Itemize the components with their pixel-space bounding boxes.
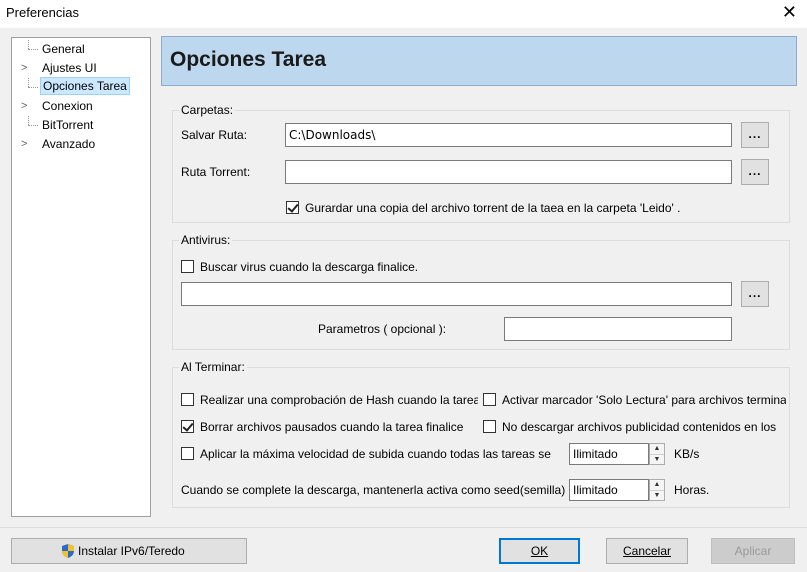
cancel-button[interactable]: Cancelar — [606, 538, 688, 564]
seed-hours-value[interactable]: Ilimitado — [569, 479, 649, 501]
tree-item-label: Ajustes UI — [42, 61, 97, 75]
tree-item-label: Conexion — [42, 99, 93, 113]
max-upload-checkbox[interactable]: Aplicar la máxima velocidad de subida cu… — [181, 446, 567, 462]
upload-unit-label: KB/s — [674, 447, 700, 461]
save-path-browse-button[interactable]: ... — [741, 122, 769, 148]
checkbox-label: Gurardar una copia del archivo torrent d… — [305, 201, 681, 215]
antivirus-browse-button[interactable]: ... — [741, 281, 769, 307]
apply-button: Aplicar — [711, 538, 795, 564]
checkbox-label: Realizar una comprobación de Hash cuando… — [200, 393, 478, 407]
checkbox-unchecked-icon[interactable] — [181, 447, 194, 460]
checkbox-label: Buscar virus cuando la descarga finalice… — [200, 260, 419, 274]
checkbox-unchecked-icon[interactable] — [181, 260, 194, 273]
ok-button[interactable]: OK — [499, 538, 580, 564]
readonly-mark-checkbox[interactable]: Activar marcador 'Solo Lectura' para arc… — [483, 392, 786, 408]
page-title: Opciones Tarea — [170, 48, 327, 71]
checkbox-label: Activar marcador 'Solo Lectura' para arc… — [502, 393, 786, 407]
seed-hours-stepper[interactable]: Ilimitado ▲ ▼ — [569, 479, 665, 501]
group-title: Carpetas: — [179, 103, 236, 117]
tree-line — [28, 49, 38, 50]
save-path-label: Salvar Ruta: — [181, 128, 248, 142]
arrow-up-icon[interactable]: ▲ — [650, 444, 664, 455]
checkbox-checked-icon[interactable] — [181, 420, 194, 433]
window-title: Preferencias — [6, 5, 79, 20]
arrow-up-icon[interactable]: ▲ — [650, 480, 664, 491]
chevron-right-icon[interactable]: > — [21, 97, 31, 115]
stepper-arrows[interactable]: ▲ ▼ — [649, 443, 665, 465]
tree-line — [28, 125, 38, 126]
preferences-tree[interactable]: General > Ajustes UI Opciones Tarea > Co… — [11, 37, 151, 517]
checkbox-label: No descargar archivos publicidad conteni… — [502, 420, 777, 434]
on-finish-group: Al Terminar: Realizar una comprobación d… — [172, 360, 790, 508]
arrow-down-icon[interactable]: ▼ — [650, 491, 664, 501]
tree-line — [28, 78, 29, 87]
footer-separator — [0, 527, 807, 528]
ok-label: OK — [530, 544, 549, 558]
group-title: Al Terminar: — [179, 360, 247, 374]
arrow-down-icon[interactable]: ▼ — [650, 455, 664, 465]
hash-check-checkbox[interactable]: Realizar una comprobación de Hash cuando… — [181, 392, 478, 408]
upload-speed-stepper[interactable]: Ilimitado ▲ ▼ — [569, 443, 665, 465]
save-path-input[interactable]: C:\Downloads\ — [285, 123, 732, 147]
antivirus-group: Antivirus: Buscar virus cuando la descar… — [172, 233, 790, 350]
cancel-label: Cancelar — [622, 544, 672, 558]
seed-unit-label: Horas. — [674, 483, 710, 497]
checkbox-unchecked-icon[interactable] — [483, 420, 496, 433]
params-label: Parametros ( opcional ): — [318, 322, 447, 336]
antivirus-path-input[interactable] — [181, 282, 732, 306]
delete-paused-checkbox[interactable]: Borrar archivos pausados cuando la tarea… — [181, 419, 478, 435]
checkbox-label: Aplicar la máxima velocidad de subida cu… — [200, 447, 551, 461]
params-input[interactable] — [504, 317, 732, 341]
page-header: Opciones Tarea — [161, 36, 797, 86]
chevron-right-icon[interactable]: > — [21, 59, 31, 77]
install-ipv6-label: Instalar IPv6/Teredo — [78, 544, 185, 558]
checkbox-unchecked-icon[interactable] — [483, 393, 496, 406]
tree-line — [28, 40, 29, 49]
seed-label-wrap: Cuando se complete la descarga, mantener… — [181, 482, 567, 498]
folders-group: Carpetas: Salvar Ruta: C:\Downloads\ ...… — [172, 103, 790, 223]
uac-shield-icon — [62, 544, 74, 558]
tree-item-label: Avanzado — [42, 137, 96, 151]
checkbox-unchecked-icon[interactable] — [181, 393, 194, 406]
torrent-path-browse-button[interactable]: ... — [741, 159, 769, 185]
torrent-path-input[interactable] — [285, 160, 732, 184]
apply-label: Aplicar — [734, 544, 772, 558]
copy-torrent-checkbox[interactable]: Gurardar una copia del archivo torrent d… — [286, 200, 786, 216]
group-title: Antivirus: — [179, 233, 233, 247]
install-ipv6-button[interactable]: Instalar IPv6/Teredo — [11, 538, 247, 564]
no-download-ads-checkbox[interactable]: No descargar archivos publicidad conteni… — [483, 419, 786, 435]
torrent-path-label: Ruta Torrent: — [181, 165, 251, 179]
tree-line — [28, 87, 38, 88]
tree-item-label: BitTorrent — [42, 118, 94, 132]
close-icon[interactable]: ✕ — [782, 3, 797, 21]
tree-item-label: Opciones Tarea — [40, 77, 130, 95]
seed-label: Cuando se complete la descarga, mantener… — [181, 483, 566, 497]
chevron-right-icon[interactable]: > — [21, 135, 31, 153]
scan-virus-checkbox[interactable]: Buscar virus cuando la descarga finalice… — [181, 259, 581, 275]
stepper-arrows[interactable]: ▲ ▼ — [649, 479, 665, 501]
checkbox-checked-icon[interactable] — [286, 201, 299, 214]
upload-speed-value[interactable]: Ilimitado — [569, 443, 649, 465]
title-bar: Preferencias ✕ — [0, 0, 807, 28]
tree-item-label: General — [42, 42, 85, 56]
checkbox-label: Borrar archivos pausados cuando la tarea… — [200, 420, 464, 434]
tree-line — [28, 116, 29, 125]
